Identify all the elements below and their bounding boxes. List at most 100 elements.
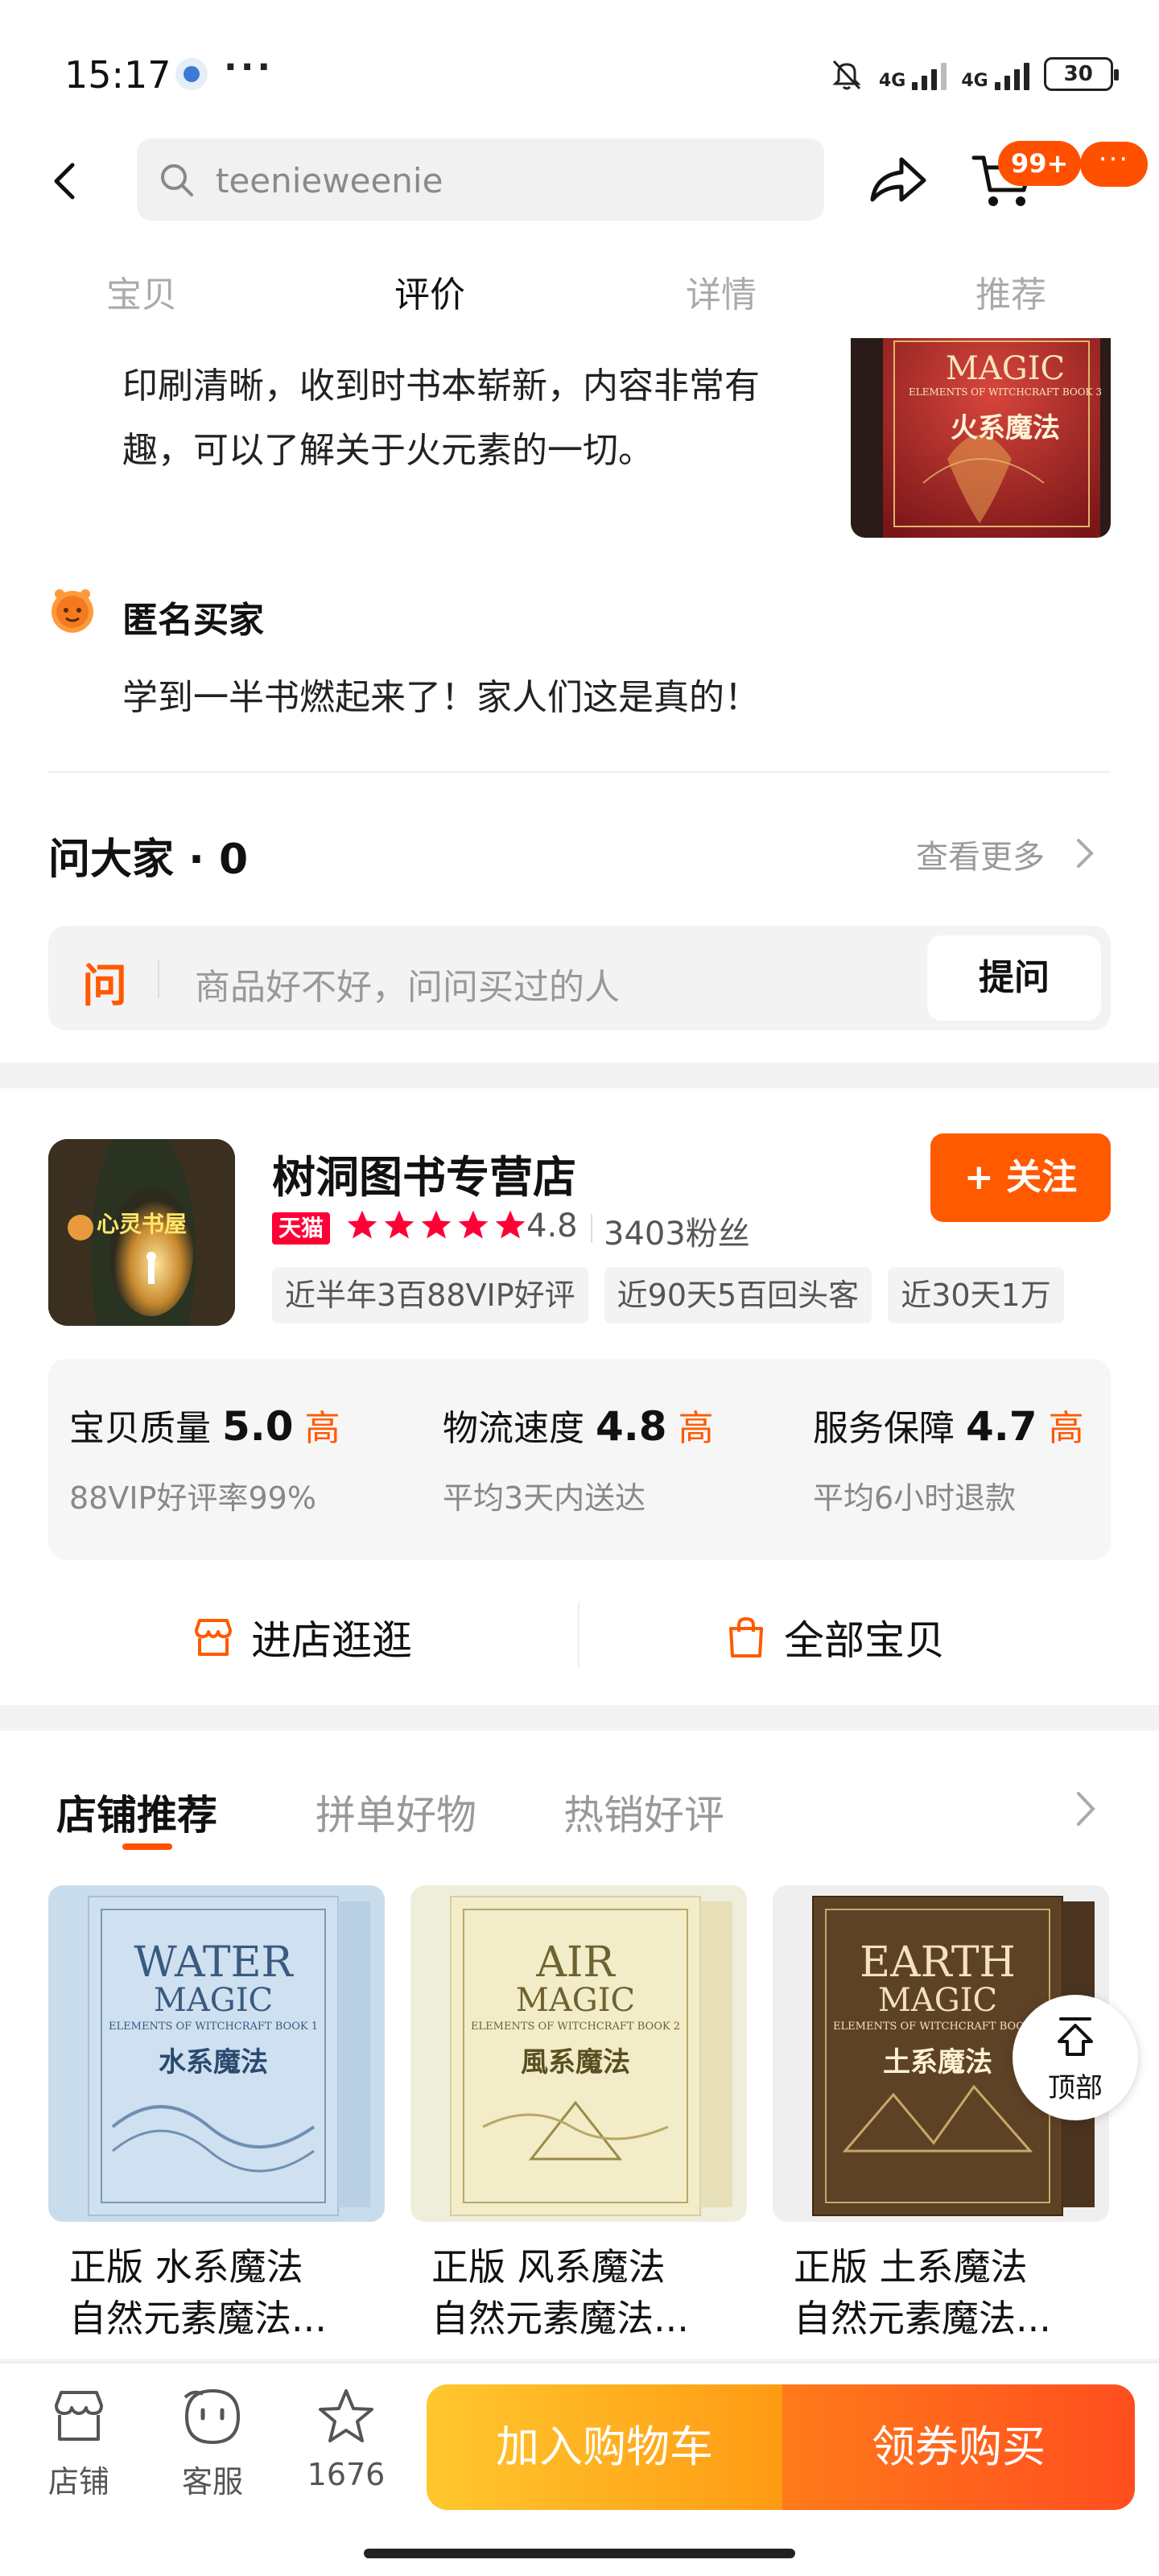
to-top-icon bbox=[1058, 2017, 1093, 2056]
score-level: 高 bbox=[304, 1408, 340, 1449]
mute-icon bbox=[832, 60, 861, 90]
star-icon bbox=[319, 2389, 373, 2442]
shop-fans: 3403粉丝 bbox=[604, 1216, 750, 1253]
status-more-icon: ··· bbox=[224, 47, 274, 88]
score-level: 高 bbox=[678, 1408, 714, 1449]
score-label: 服务保障 bbox=[813, 1408, 955, 1449]
tab-item[interactable]: 宝贝 bbox=[106, 266, 177, 317]
network-type-2: 4G bbox=[961, 71, 988, 91]
shop-logo[interactable]: 心灵书屋 bbox=[48, 1139, 235, 1326]
score-logistics: 物流速度 4.8 高 bbox=[443, 1399, 714, 1451]
buy-with-coupon-button[interactable]: 领券购买 bbox=[782, 2384, 1135, 2510]
signal-bars-2 bbox=[994, 58, 1029, 90]
favorite-count: 1676 bbox=[307, 2457, 386, 2492]
customer-service-icon bbox=[184, 2388, 241, 2445]
qa-view-more-link[interactable]: 查看更多 bbox=[916, 831, 1045, 877]
shop-tab-button[interactable]: 店铺 bbox=[31, 2386, 127, 2501]
shop-tags: 近半年3百88VIP好评 近90天5百回头客 近30天1万 bbox=[272, 1267, 1111, 1323]
product-subtitle: 自然元素魔法... bbox=[794, 2297, 1051, 2340]
review-photo-title: MAGIC bbox=[945, 350, 1066, 387]
shop-logo-text: 心灵书屋 bbox=[97, 1211, 188, 1237]
score-service-sub: 平均6小时退款 bbox=[813, 1480, 1017, 1516]
customer-service-button[interactable]: 客服 bbox=[164, 2386, 261, 2501]
star-icon bbox=[347, 1210, 377, 1239]
tab-hot-reviews[interactable]: 热销好评 bbox=[563, 1783, 724, 1841]
shop-tag: 近半年3百88VIP好评 bbox=[272, 1267, 588, 1323]
score-service: 服务保障 4.7 高 bbox=[813, 1399, 1084, 1451]
qa-input[interactable]: 商品好不好，问问买过的人 bbox=[195, 958, 620, 1009]
cover-subtitle: MAGIC bbox=[515, 1982, 636, 2019]
tab-details[interactable]: 详情 bbox=[686, 266, 757, 317]
more-menu-button[interactable]: ··· bbox=[1080, 142, 1148, 187]
chevron-right-icon[interactable] bbox=[1075, 837, 1095, 869]
back-to-top-button[interactable]: 顶部 bbox=[1013, 1995, 1138, 2120]
product-title: 正版 水系魔法 bbox=[69, 2245, 303, 2289]
star-icon bbox=[495, 1210, 526, 1239]
qa-title: 问大家 · 0 bbox=[48, 836, 249, 884]
shop-stars bbox=[344, 1208, 528, 1243]
cart-badge: 99+ bbox=[998, 141, 1082, 186]
score-value: 5.0 bbox=[222, 1403, 294, 1450]
search-input[interactable]: teenieweenie bbox=[216, 161, 443, 200]
favorite-button[interactable]: 1676 bbox=[298, 2386, 394, 2492]
product-image[interactable]: AIR MAGIC ELEMENTS OF WITCHCRAFT BOOK 2 … bbox=[410, 1885, 747, 2222]
tmall-badge: 天猫 bbox=[272, 1212, 331, 1245]
product-title: 正版 风系魔法 bbox=[431, 2245, 666, 2289]
score-quality: 宝贝质量 5.0 高 bbox=[69, 1399, 340, 1451]
star-icon bbox=[384, 1210, 415, 1239]
divider bbox=[591, 1214, 592, 1243]
shop-name[interactable]: 树洞图书专营店 bbox=[272, 1141, 576, 1205]
search-icon bbox=[161, 164, 193, 196]
back-to-top-label: 顶部 bbox=[1048, 2072, 1103, 2104]
bag-icon bbox=[729, 1616, 763, 1657]
qa-separator bbox=[158, 960, 159, 998]
product-subtitle: 自然元素魔法... bbox=[431, 2297, 689, 2340]
cover-title: WATER bbox=[134, 1938, 293, 1987]
star-icon bbox=[421, 1210, 452, 1239]
tab-reviews[interactable]: 评价 bbox=[394, 266, 465, 317]
chevron-right-icon[interactable] bbox=[1074, 1789, 1098, 1829]
status-time: 15:17 bbox=[64, 53, 171, 97]
score-value: 4.7 bbox=[966, 1403, 1037, 1450]
review-photo-series: ELEMENTS OF WITCHCRAFT BOOK 3 bbox=[909, 386, 1102, 398]
product-subtitle: 自然元素魔法... bbox=[69, 2297, 327, 2340]
reviewer-name: 匿名买家 bbox=[122, 600, 264, 641]
product-card[interactable]: AIR MAGIC ELEMENTS OF WITCHCRAFT BOOK 2 … bbox=[410, 1885, 747, 2344]
enter-shop-button[interactable]: 进店逛逛 bbox=[192, 1608, 412, 1666]
product-card[interactable]: WATER MAGIC ELEMENTS OF WITCHCRAFT BOOK … bbox=[48, 1885, 385, 2344]
cover-cn-title: 水系魔法 bbox=[159, 2046, 268, 2079]
review-photo[interactable]: MAGIC ELEMENTS OF WITCHCRAFT BOOK 3 火系魔法 bbox=[851, 338, 1111, 538]
network-type-1: 4G bbox=[879, 71, 906, 91]
cover-title: AIR bbox=[536, 1938, 615, 1987]
review-text: 印刷清晰，收到时书本崭新，内容非常有趣，可以了解关于火元素的一切。 bbox=[122, 365, 760, 471]
back-arrow-icon[interactable] bbox=[48, 157, 80, 205]
store-icon bbox=[195, 1619, 232, 1656]
cover-cn-title: 風系魔法 bbox=[521, 2046, 630, 2079]
review-text: 学到一半书燃起来了！家人们这是真的！ bbox=[122, 677, 760, 718]
home-indicator[interactable] bbox=[364, 2549, 795, 2558]
score-label: 物流速度 bbox=[443, 1408, 584, 1449]
product-title: 正版 土系魔法 bbox=[794, 2245, 1028, 2289]
ask-question-button[interactable]: 提问 bbox=[927, 935, 1101, 1021]
store-icon bbox=[55, 2391, 103, 2441]
cover-series: ELEMENTS OF WITCHCRAFT BOOK 2 bbox=[471, 2021, 680, 2033]
shop-rating: 4.8 bbox=[526, 1208, 578, 1245]
tab-recommend[interactable]: 推荐 bbox=[975, 266, 1046, 317]
add-to-cart-button[interactable]: 加入购物车 bbox=[427, 2384, 782, 2510]
shop-tag: 近90天5百回头客 bbox=[604, 1267, 872, 1323]
share-icon[interactable] bbox=[866, 151, 930, 209]
product-image[interactable]: WATER MAGIC ELEMENTS OF WITCHCRAFT BOOK … bbox=[48, 1885, 385, 2222]
score-value: 4.8 bbox=[596, 1403, 667, 1450]
star-icon bbox=[458, 1210, 489, 1239]
follow-button[interactable]: + 关注 bbox=[930, 1133, 1111, 1222]
cover-subtitle: MAGIC bbox=[153, 1982, 274, 2019]
qa-icon: 问 bbox=[82, 960, 127, 1013]
cover-series: ELEMENTS OF WITCHCRAFT BOOK 1 bbox=[109, 2021, 318, 2033]
tab-shop-recommend[interactable]: 店铺推荐 bbox=[56, 1783, 217, 1841]
tab-group-buy[interactable]: 拼单好物 bbox=[316, 1783, 476, 1841]
location-indicator-icon bbox=[175, 58, 208, 90]
customer-service-label: 客服 bbox=[181, 2464, 243, 2500]
enter-shop-label: 进店逛逛 bbox=[251, 1617, 412, 1664]
all-items-button[interactable]: 全部宝贝 bbox=[724, 1608, 945, 1666]
cover-title: EARTH bbox=[860, 1938, 1016, 1987]
